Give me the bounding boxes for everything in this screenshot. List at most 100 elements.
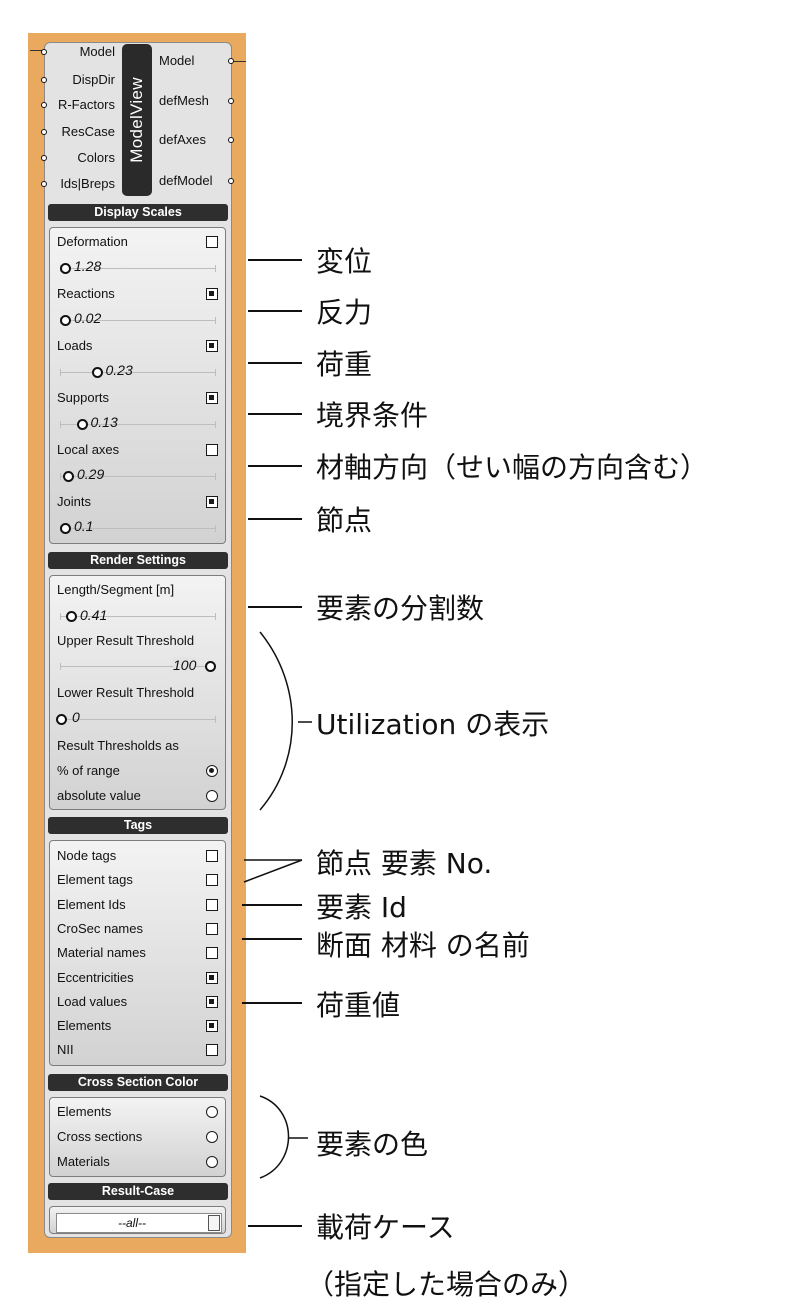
input-label: Model (79, 44, 115, 59)
dropdown-button[interactable] (208, 1215, 220, 1231)
scale-checkbox[interactable] (206, 288, 218, 300)
tag-label: Material names (57, 945, 146, 961)
cross-section-color-radio[interactable] (206, 1106, 218, 1118)
output-grip[interactable] (228, 137, 234, 143)
scale-slider-knob[interactable] (91, 367, 103, 378)
annotation-element-colors: 要素の色 (316, 1128, 429, 1161)
tag-label: NII (57, 1042, 74, 1058)
slider-tick (215, 525, 216, 532)
upper-threshold-knob[interactable] (205, 661, 216, 672)
output-grip[interactable] (228, 178, 234, 184)
bracket-element-colors (259, 1095, 308, 1179)
upper-threshold-label: Upper Result Threshold (57, 633, 195, 648)
annotation-local-axes: 材軸方向（せい幅の方向含む） (316, 451, 709, 484)
tag-label: Eccentricities (57, 969, 134, 985)
display-scales-header[interactable]: Display Scales (48, 204, 228, 221)
scale-checkbox[interactable] (206, 236, 218, 248)
annotation-line (248, 259, 302, 261)
tag-checkbox[interactable] (206, 1044, 218, 1057)
slider-tick (215, 421, 216, 428)
scale-checkbox[interactable] (206, 340, 218, 352)
tag-checkbox[interactable] (206, 995, 218, 1008)
scale-slider-value: 0.29 (77, 466, 105, 482)
scale-checkbox[interactable] (206, 444, 218, 456)
scale-checkbox[interactable] (206, 496, 218, 508)
input-label: ResCase (61, 124, 115, 139)
scale-slider-knob[interactable] (60, 315, 71, 326)
lower-threshold-slider-track[interactable] (60, 719, 215, 720)
annotation-line (248, 413, 302, 415)
tag-label: Node tags (57, 848, 117, 863)
slider-tick (215, 317, 216, 324)
annotation-line (242, 938, 302, 940)
output-grip[interactable] (228, 58, 234, 64)
annotation-segments: 要素の分割数 (316, 592, 485, 625)
threshold-option-radio[interactable] (206, 790, 218, 802)
scale-label: Loads (57, 338, 93, 353)
slider-tick (60, 421, 61, 428)
tag-checkbox[interactable] (206, 850, 218, 862)
cross-section-color-label: Elements (57, 1104, 112, 1119)
lower-threshold-knob[interactable] (56, 714, 67, 725)
annotation-line (248, 606, 302, 608)
render-settings-header[interactable]: Render Settings (48, 552, 228, 569)
annotation-line (248, 362, 302, 364)
input-label: Ids|Breps (60, 176, 115, 191)
segment-slider-knob[interactable] (66, 611, 77, 622)
annotation-deformation: 変位 (316, 245, 373, 278)
tag-checkbox[interactable] (206, 922, 218, 935)
tags-header[interactable]: Tags (48, 817, 228, 834)
slider-tick (215, 369, 216, 376)
component-nickname: ModelView (127, 77, 146, 163)
output-label: defModel (159, 173, 213, 188)
input-label: DispDir (72, 72, 115, 87)
tag-checkbox[interactable] (206, 971, 218, 984)
annotation-load-case-note: （指定した場合のみ） (306, 1268, 587, 1301)
result-case-header[interactable]: Result-Case (48, 1183, 228, 1200)
annotation-node-element-tags: 節点 要素 No. (316, 847, 493, 880)
tag-checkbox[interactable] (206, 874, 218, 887)
tag-checkbox[interactable] (206, 898, 218, 911)
threshold-option-label: % of range (57, 763, 120, 778)
cross-section-color-label: Cross sections (57, 1129, 143, 1144)
thresholds-as-label: Result Thresholds as (57, 738, 179, 753)
scale-slider-value: 0.1 (74, 518, 94, 534)
scale-slider-knob[interactable] (60, 523, 71, 534)
tag-checkbox[interactable] (206, 1020, 218, 1033)
result-case-value: --all-- (118, 1216, 146, 1230)
slider-tick (60, 613, 61, 620)
slider-tick (60, 473, 61, 480)
scale-label: Joints (57, 494, 91, 509)
scale-checkbox[interactable] (206, 392, 218, 404)
scale-label: Reactions (57, 286, 115, 301)
cross-section-color-label: Materials (57, 1154, 110, 1169)
annotation-line (248, 1225, 302, 1227)
annotation-supports: 境界条件 (316, 399, 429, 432)
threshold-option-radio[interactable] (206, 765, 218, 777)
cross-section-color-radio[interactable] (206, 1156, 218, 1168)
scale-slider-track[interactable] (60, 372, 215, 373)
tag-checkbox[interactable] (206, 947, 218, 960)
scale-slider-knob[interactable] (60, 263, 71, 274)
annotation-load-case: 載荷ケース (316, 1211, 455, 1244)
tag-label: Elements (57, 1018, 112, 1034)
cross-section-color-radio[interactable] (206, 1131, 218, 1143)
scale-slider-knob[interactable] (63, 471, 74, 482)
tag-label: Element Ids (57, 896, 126, 912)
tag-label: CroSec names (57, 920, 143, 936)
annotation-names: 断面 材料 の名前 (316, 929, 530, 962)
scale-slider-knob[interactable] (76, 419, 88, 430)
cross-section-color-header[interactable]: Cross Section Color (48, 1074, 228, 1091)
upper-threshold-value: 100 (173, 657, 197, 673)
slider-tick (60, 663, 61, 670)
result-case-dropdown[interactable]: --all-- (56, 1213, 222, 1233)
annotation-joints: 節点 (316, 504, 373, 537)
scale-slider-value: 0.13 (90, 414, 118, 430)
output-wire (234, 61, 246, 62)
output-grip[interactable] (228, 98, 234, 104)
scale-slider-value: 0.23 (105, 362, 133, 378)
scale-label: Supports (57, 390, 110, 405)
bracket-utilization (259, 631, 312, 811)
tag-label: Load values (57, 993, 128, 1009)
annotation-line (248, 518, 302, 520)
